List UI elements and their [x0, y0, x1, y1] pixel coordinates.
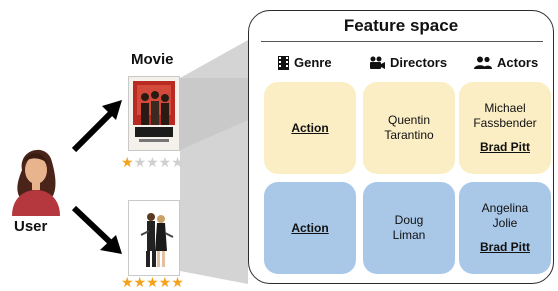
director-name-line2: Tarantino	[384, 128, 434, 142]
director-name-line1: Doug	[394, 213, 424, 227]
actor-name-line1: Michael	[484, 101, 526, 115]
actor-name-line2: Fassbender	[473, 116, 537, 130]
actor-name-line2: Jolie	[492, 216, 518, 230]
feature-cell-actors-movie-2: Angelina Jolie Brad Pitt	[459, 182, 551, 274]
genre-value: Action	[291, 220, 329, 235]
film-strip-icon	[278, 55, 289, 70]
shared-actor-name: Brad Pitt	[479, 140, 530, 154]
column-header-genre: Genre	[278, 55, 332, 70]
feature-cell-genre-movie-2: Action	[264, 182, 356, 274]
director-icon	[370, 56, 385, 69]
rating-stars-movie-2: ★★★★★	[121, 275, 184, 291]
feature-cell-director-movie-1: Quentin Tarantino	[363, 82, 455, 174]
director-name-line1: Quentin	[387, 113, 431, 127]
feature-cell-actors-movie-1: Michael Fassbender Brad Pitt	[459, 82, 551, 174]
column-header-actors: Actors	[474, 55, 538, 70]
actor-name-line1: Angelina	[481, 201, 529, 215]
column-header-directors: Directors	[369, 55, 447, 70]
title-divider	[261, 41, 543, 42]
column-label-genre: Genre	[294, 55, 332, 70]
movie-poster-1	[128, 76, 180, 151]
genre-value: Action	[291, 120, 329, 135]
movie-poster-2	[128, 200, 180, 276]
arrow-to-movie-1	[71, 107, 117, 153]
movie-label: Movie	[131, 51, 174, 68]
arrow-to-movie-2	[71, 205, 115, 247]
actors-icon	[474, 56, 492, 69]
funnel-band	[180, 40, 248, 284]
director-name-line2: Liman	[392, 228, 426, 242]
feature-cell-director-movie-2: Doug Liman	[363, 182, 455, 274]
column-label-actors: Actors	[497, 55, 539, 70]
rating-stars-movie-1: ★★★★★	[121, 155, 184, 171]
feature-cell-genre-movie-1: Action	[264, 82, 356, 174]
user-label: User	[14, 218, 48, 235]
user-avatar-icon	[12, 149, 60, 216]
feature-space-title: Feature space	[343, 16, 459, 35]
shared-actor-name: Brad Pitt	[479, 240, 530, 254]
column-label-directors: Directors	[390, 55, 448, 70]
